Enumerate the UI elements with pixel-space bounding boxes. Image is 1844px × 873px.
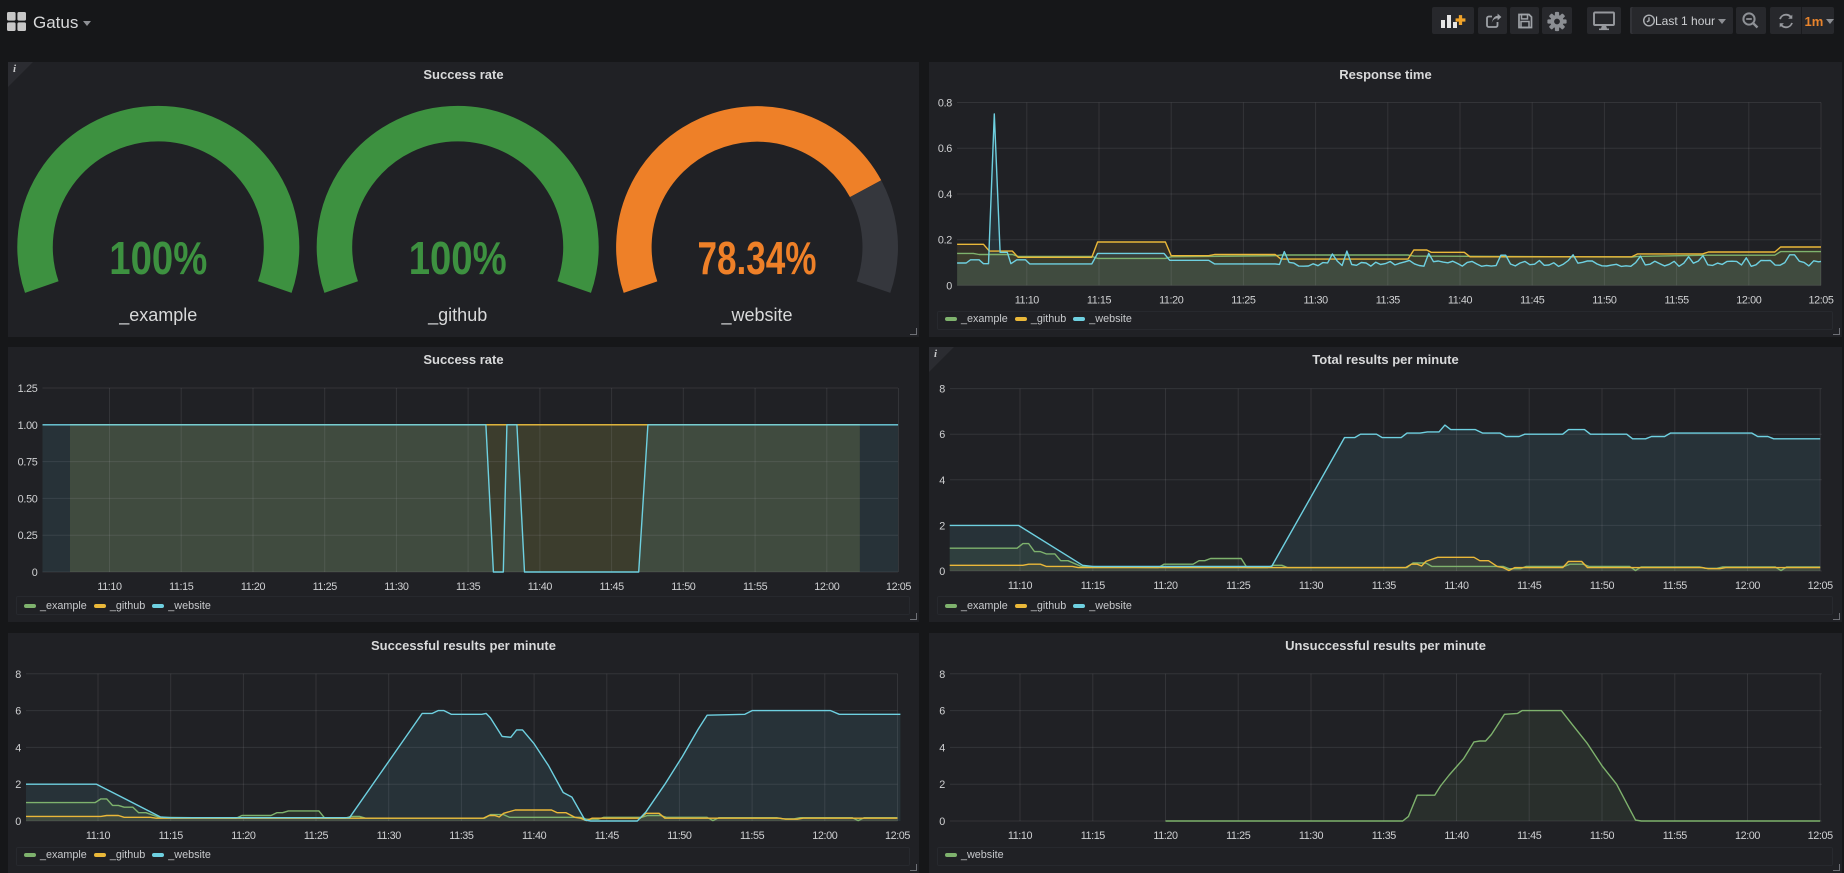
- svg-text:11:30: 11:30: [384, 581, 409, 593]
- svg-text:100%: 100%: [409, 232, 507, 284]
- svg-text:11:20: 11:20: [231, 830, 256, 842]
- svg-text:12:05: 12:05: [885, 830, 910, 842]
- svg-text:6: 6: [15, 706, 21, 718]
- svg-text:11:15: 11:15: [159, 830, 184, 842]
- svg-text:11:10: 11:10: [1008, 580, 1033, 592]
- svg-text:11:10: 11:10: [97, 581, 122, 593]
- svg-text:0: 0: [32, 567, 38, 579]
- svg-text:11:45: 11:45: [1520, 294, 1545, 306]
- svg-text:2: 2: [939, 520, 945, 532]
- svg-text:11:15: 11:15: [169, 581, 194, 593]
- svg-text:12:00: 12:00: [1735, 830, 1760, 842]
- svg-text:0.8: 0.8: [938, 98, 952, 110]
- svg-text:8: 8: [939, 384, 945, 396]
- svg-text:4: 4: [939, 742, 945, 754]
- svg-text:11:50: 11:50: [1590, 580, 1615, 592]
- svg-text:8: 8: [15, 669, 21, 681]
- svg-text:11:35: 11:35: [1372, 830, 1397, 842]
- svg-text:11:15: 11:15: [1087, 294, 1112, 306]
- svg-text:0: 0: [939, 566, 945, 578]
- svg-text:11:25: 11:25: [1226, 580, 1251, 592]
- svg-text:12:05: 12:05: [1808, 830, 1833, 842]
- svg-text:11:45: 11:45: [595, 830, 620, 842]
- svg-text:6: 6: [939, 706, 945, 718]
- svg-text:12:05: 12:05: [1808, 580, 1833, 592]
- svg-text:11:50: 11:50: [1592, 294, 1617, 306]
- svg-text:11:55: 11:55: [743, 581, 768, 593]
- svg-text:11:45: 11:45: [1517, 580, 1542, 592]
- svg-text:11:40: 11:40: [528, 581, 553, 593]
- svg-text:12:00: 12:00: [1736, 294, 1761, 306]
- svg-text:11:30: 11:30: [1299, 830, 1324, 842]
- svg-text:11:10: 11:10: [86, 830, 111, 842]
- svg-text:11:40: 11:40: [1444, 830, 1469, 842]
- svg-text:11:35: 11:35: [1372, 580, 1397, 592]
- svg-text:2: 2: [939, 779, 945, 791]
- svg-text:11:35: 11:35: [456, 581, 481, 593]
- svg-text:0: 0: [15, 816, 21, 828]
- svg-text:11:15: 11:15: [1081, 830, 1106, 842]
- svg-text:11:15: 11:15: [1081, 580, 1106, 592]
- svg-text:0.2: 0.2: [938, 235, 952, 247]
- svg-text:12:05: 12:05: [1808, 294, 1833, 306]
- svg-text:2: 2: [15, 779, 21, 791]
- svg-text:11:40: 11:40: [1444, 580, 1469, 592]
- svg-text:0.6: 0.6: [938, 143, 952, 155]
- svg-text:78.34%: 78.34%: [698, 232, 817, 284]
- svg-text:0: 0: [939, 816, 945, 828]
- svg-text:12:00: 12:00: [1735, 580, 1760, 592]
- svg-text:0.25: 0.25: [18, 530, 38, 542]
- svg-text:0.4: 0.4: [938, 189, 952, 201]
- svg-text:4: 4: [15, 742, 21, 754]
- svg-text:11:35: 11:35: [449, 830, 474, 842]
- svg-text:4: 4: [939, 475, 945, 487]
- svg-text:0.75: 0.75: [18, 457, 38, 469]
- svg-text:1.00: 1.00: [18, 420, 38, 432]
- svg-text:11:25: 11:25: [304, 830, 329, 842]
- svg-text:11:20: 11:20: [1153, 830, 1178, 842]
- svg-text:11:25: 11:25: [1226, 830, 1251, 842]
- svg-text:11:55: 11:55: [1663, 830, 1688, 842]
- svg-text:11:20: 11:20: [1153, 580, 1178, 592]
- svg-text:11:30: 11:30: [1303, 294, 1328, 306]
- svg-text:11:20: 11:20: [241, 581, 266, 593]
- svg-text:11:45: 11:45: [599, 581, 624, 593]
- svg-text:11:10: 11:10: [1008, 830, 1033, 842]
- svg-text:11:25: 11:25: [1231, 294, 1256, 306]
- svg-text:11:30: 11:30: [377, 830, 402, 842]
- svg-text:_website: _website: [720, 305, 792, 326]
- svg-text:11:10: 11:10: [1015, 294, 1040, 306]
- svg-text:0: 0: [946, 280, 952, 292]
- svg-text:11:40: 11:40: [522, 830, 547, 842]
- svg-text:1.25: 1.25: [18, 383, 38, 395]
- svg-text:11:40: 11:40: [1448, 294, 1473, 306]
- svg-text:12:05: 12:05: [886, 581, 911, 593]
- svg-text:11:50: 11:50: [667, 830, 692, 842]
- svg-text:11:55: 11:55: [740, 830, 765, 842]
- svg-text:100%: 100%: [109, 232, 207, 284]
- svg-text:12:00: 12:00: [812, 830, 837, 842]
- svg-text:11:55: 11:55: [1663, 580, 1688, 592]
- svg-text:11:20: 11:20: [1159, 294, 1184, 306]
- svg-text:6: 6: [939, 429, 945, 441]
- svg-text:0.50: 0.50: [18, 493, 38, 505]
- svg-text:8: 8: [939, 669, 945, 681]
- svg-text:_github: _github: [427, 305, 487, 326]
- svg-text:11:45: 11:45: [1517, 830, 1542, 842]
- svg-text:11:30: 11:30: [1299, 580, 1324, 592]
- svg-text:11:50: 11:50: [1590, 830, 1615, 842]
- svg-text:_example: _example: [118, 305, 197, 326]
- svg-text:11:25: 11:25: [313, 581, 338, 593]
- svg-text:11:50: 11:50: [671, 581, 696, 593]
- svg-text:11:55: 11:55: [1664, 294, 1689, 306]
- svg-text:12:00: 12:00: [814, 581, 839, 593]
- svg-text:11:35: 11:35: [1376, 294, 1401, 306]
